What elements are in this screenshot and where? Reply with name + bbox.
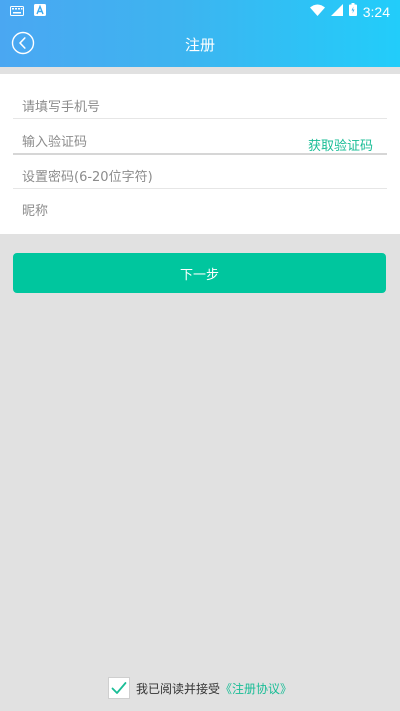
page-title: 注册: [184, 36, 215, 54]
nickname-field-row: [13, 188, 387, 226]
agreement-row: 我已阅读并接受 《注册协议》: [0, 676, 400, 700]
nav-bar: 注册: [0, 22, 400, 67]
code-field-row: 获取验证码: [13, 119, 387, 157]
nickname-input[interactable]: [13, 196, 302, 226]
app-notification-icon: [34, 4, 46, 20]
get-code-button[interactable]: 获取验证码: [308, 135, 373, 154]
verification-code-input[interactable]: [13, 127, 302, 157]
keyboard-icon: [10, 4, 24, 20]
wifi-icon: [309, 4, 325, 20]
agreement-text: 我已阅读并接受: [135, 681, 220, 696]
agreement-link[interactable]: 《注册协议》: [220, 680, 292, 697]
app-header: 3:24 注册: [0, 0, 400, 67]
phone-input[interactable]: [13, 92, 302, 122]
battery-icon: [348, 3, 357, 20]
status-bar: 3:24: [0, 0, 400, 22]
check-icon: [111, 682, 127, 694]
agreement-checkbox[interactable]: [107, 677, 130, 699]
password-field-row: [13, 154, 387, 192]
next-button[interactable]: 下一步: [13, 253, 386, 293]
phone-field-row: [13, 84, 387, 122]
cell-signal-icon: [330, 3, 343, 20]
status-time: 3:24: [362, 3, 390, 20]
registration-form: 获取验证码: [0, 74, 400, 234]
